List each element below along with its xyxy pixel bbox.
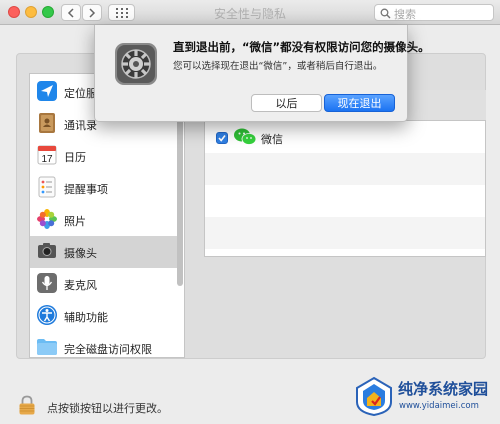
lock-hint-text: 点按锁按钮以进行更改。 (47, 402, 168, 415)
alert-info-text: 您可以选择现在退出“微信”，或者稍后自行退出。 (173, 61, 383, 72)
alert-headline: 直到退出前，“微信”都没有权限访问您的摄像头。 (173, 40, 430, 54)
sidebar-item-full-disk-access[interactable]: 完全磁盘访问权限 (30, 332, 177, 357)
house-shield-logo-icon (356, 376, 392, 416)
photos-flower-icon (37, 209, 57, 229)
microphone-icon (37, 273, 57, 293)
search-field[interactable]: 搜索 (374, 4, 494, 21)
calendar-icon: 17 (37, 145, 57, 165)
show-all-button[interactable] (108, 4, 135, 21)
sidebar-item-label: 辅助功能 (64, 311, 108, 324)
wechat-camera-checkbox[interactable] (216, 132, 228, 144)
window-title: 安全性与隐私 (213, 7, 286, 21)
wechat-icon (234, 128, 257, 145)
svg-text:17: 17 (41, 154, 53, 165)
list-item-empty (205, 153, 485, 185)
sidebar-item-label: 提醒事项 (64, 183, 108, 196)
quit-alert-sheet: 直到退出前，“微信”都没有权限访问您的摄像头。 您可以选择现在退出“微信”，或者… (94, 25, 430, 122)
system-preferences-gear-icon (115, 43, 157, 85)
sidebar-item-label: 摄像头 (64, 247, 97, 260)
watermark-url: www.yidaimei.com (399, 401, 479, 411)
folder-icon (37, 339, 57, 355)
contacts-book-icon (39, 113, 55, 133)
sidebar-item-label: 日历 (64, 151, 86, 164)
camera-app-list[interactable]: 微信 (204, 120, 486, 257)
search-placeholder: 搜索 (394, 8, 416, 21)
location-arrow-icon (37, 81, 57, 101)
accessibility-icon (37, 305, 57, 325)
title-bar: 安全性与隐私 搜索 (0, 0, 500, 25)
sidebar-item-accessibility[interactable]: 辅助功能 (30, 300, 177, 332)
list-item-empty (205, 217, 485, 249)
sidebar-item-label: 完全磁盘访问权限 (64, 343, 152, 356)
chevron-left-icon (67, 7, 74, 18)
quit-now-button[interactable]: 现在退出 (324, 94, 395, 112)
minimize-window-button[interactable] (25, 6, 37, 18)
later-button[interactable]: 以后 (251, 94, 322, 112)
padlock-icon[interactable] (18, 395, 36, 415)
watermark-title: 纯净系统家园 (398, 380, 489, 398)
back-button[interactable] (61, 4, 81, 21)
forward-button[interactable] (82, 4, 102, 21)
sidebar-item-reminders[interactable]: 提醒事项 (30, 172, 177, 204)
sidebar-item-calendar[interactable]: 17 日历 (30, 140, 177, 172)
watermark-logo: 纯净系统家园 www.yidaimei.com (354, 374, 496, 420)
list-item-empty (205, 185, 485, 217)
sidebar-item-photos[interactable]: 照片 (30, 204, 177, 236)
close-window-button[interactable] (8, 6, 20, 18)
reminders-list-icon (38, 176, 56, 198)
sidebar-item-label: 麦克风 (64, 279, 97, 292)
sidebar-item-camera[interactable]: 摄像头 (30, 236, 177, 268)
chevron-right-icon (89, 7, 96, 18)
zoom-window-button[interactable] (42, 6, 54, 18)
sidebar-item-label: 照片 (64, 215, 86, 228)
camera-icon (38, 243, 56, 258)
list-item-wechat[interactable]: 微信 (205, 121, 485, 153)
app-name: 微信 (261, 133, 283, 146)
checkmark-icon (218, 135, 226, 142)
sidebar-item-label: 通讯录 (64, 119, 97, 132)
sidebar-item-microphone[interactable]: 麦克风 (30, 268, 177, 300)
search-icon (380, 8, 391, 19)
